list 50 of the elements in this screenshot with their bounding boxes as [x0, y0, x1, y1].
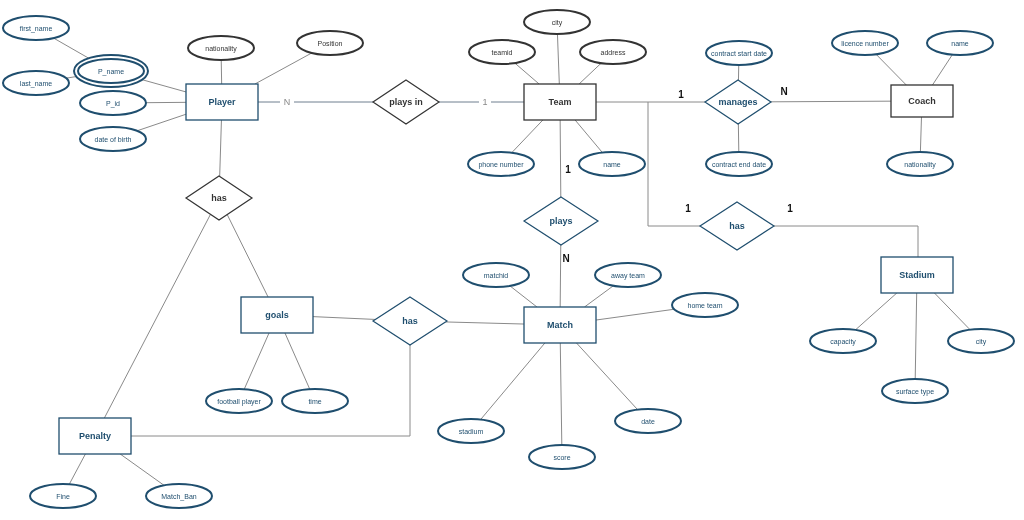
entity-box: Penalty: [58, 417, 132, 455]
relationship-diamond: manages: [703, 79, 773, 125]
cardinality-label: N: [562, 253, 570, 264]
cardinality-label: 1: [685, 203, 691, 214]
connector-line: [219, 119, 222, 177]
relationship-diamond: plays: [522, 196, 600, 246]
relationship-diamond: has: [184, 175, 254, 221]
relationship-diamond: plays in: [371, 79, 441, 125]
connector-line: [574, 119, 603, 153]
connector-line: [932, 54, 953, 86]
connector-line: [65, 75, 78, 79]
connector-line: [737, 64, 740, 81]
entity-box: Player: [185, 83, 259, 121]
connector-line: [875, 53, 907, 86]
connector-line: [578, 62, 602, 85]
cardinality-label: N: [283, 97, 291, 107]
cardinality-label: 1: [678, 89, 684, 100]
connector-line: [220, 59, 223, 85]
connector-line: [919, 116, 922, 153]
connector-line: [559, 244, 562, 308]
entity-box: goals: [240, 296, 314, 334]
connector-line: [254, 52, 313, 85]
relationship-diamond: has: [698, 201, 776, 251]
connector-line: [511, 119, 544, 154]
connector-line: [136, 113, 187, 132]
connector-line: [312, 316, 376, 320]
connector-line: [145, 101, 187, 104]
connector-line: [854, 292, 898, 331]
entity-box: Coach: [890, 84, 954, 118]
cardinality-label: 1: [787, 203, 793, 214]
connector-line: [737, 123, 740, 153]
connector-line: [509, 285, 538, 308]
entity-box: Stadium: [880, 256, 954, 294]
connector-line: [490, 101, 525, 103]
connector-line: [257, 101, 281, 103]
connector-line: [119, 453, 165, 486]
cardinality-label: 1: [482, 97, 488, 107]
entity-box: Match: [523, 306, 597, 344]
cardinality-label: N: [780, 86, 788, 97]
connector-line: [556, 33, 560, 85]
connector-line: [514, 62, 540, 85]
connector-line: [576, 342, 639, 411]
cardinality-label: 1: [565, 164, 571, 175]
connector-line: [68, 453, 86, 485]
connector-line: [53, 37, 91, 60]
connector-line: [438, 101, 480, 103]
connector-line: [140, 78, 187, 93]
relationship-diamond: has: [371, 296, 449, 346]
entity-box: Team: [523, 83, 597, 121]
connector-line: [933, 292, 971, 331]
